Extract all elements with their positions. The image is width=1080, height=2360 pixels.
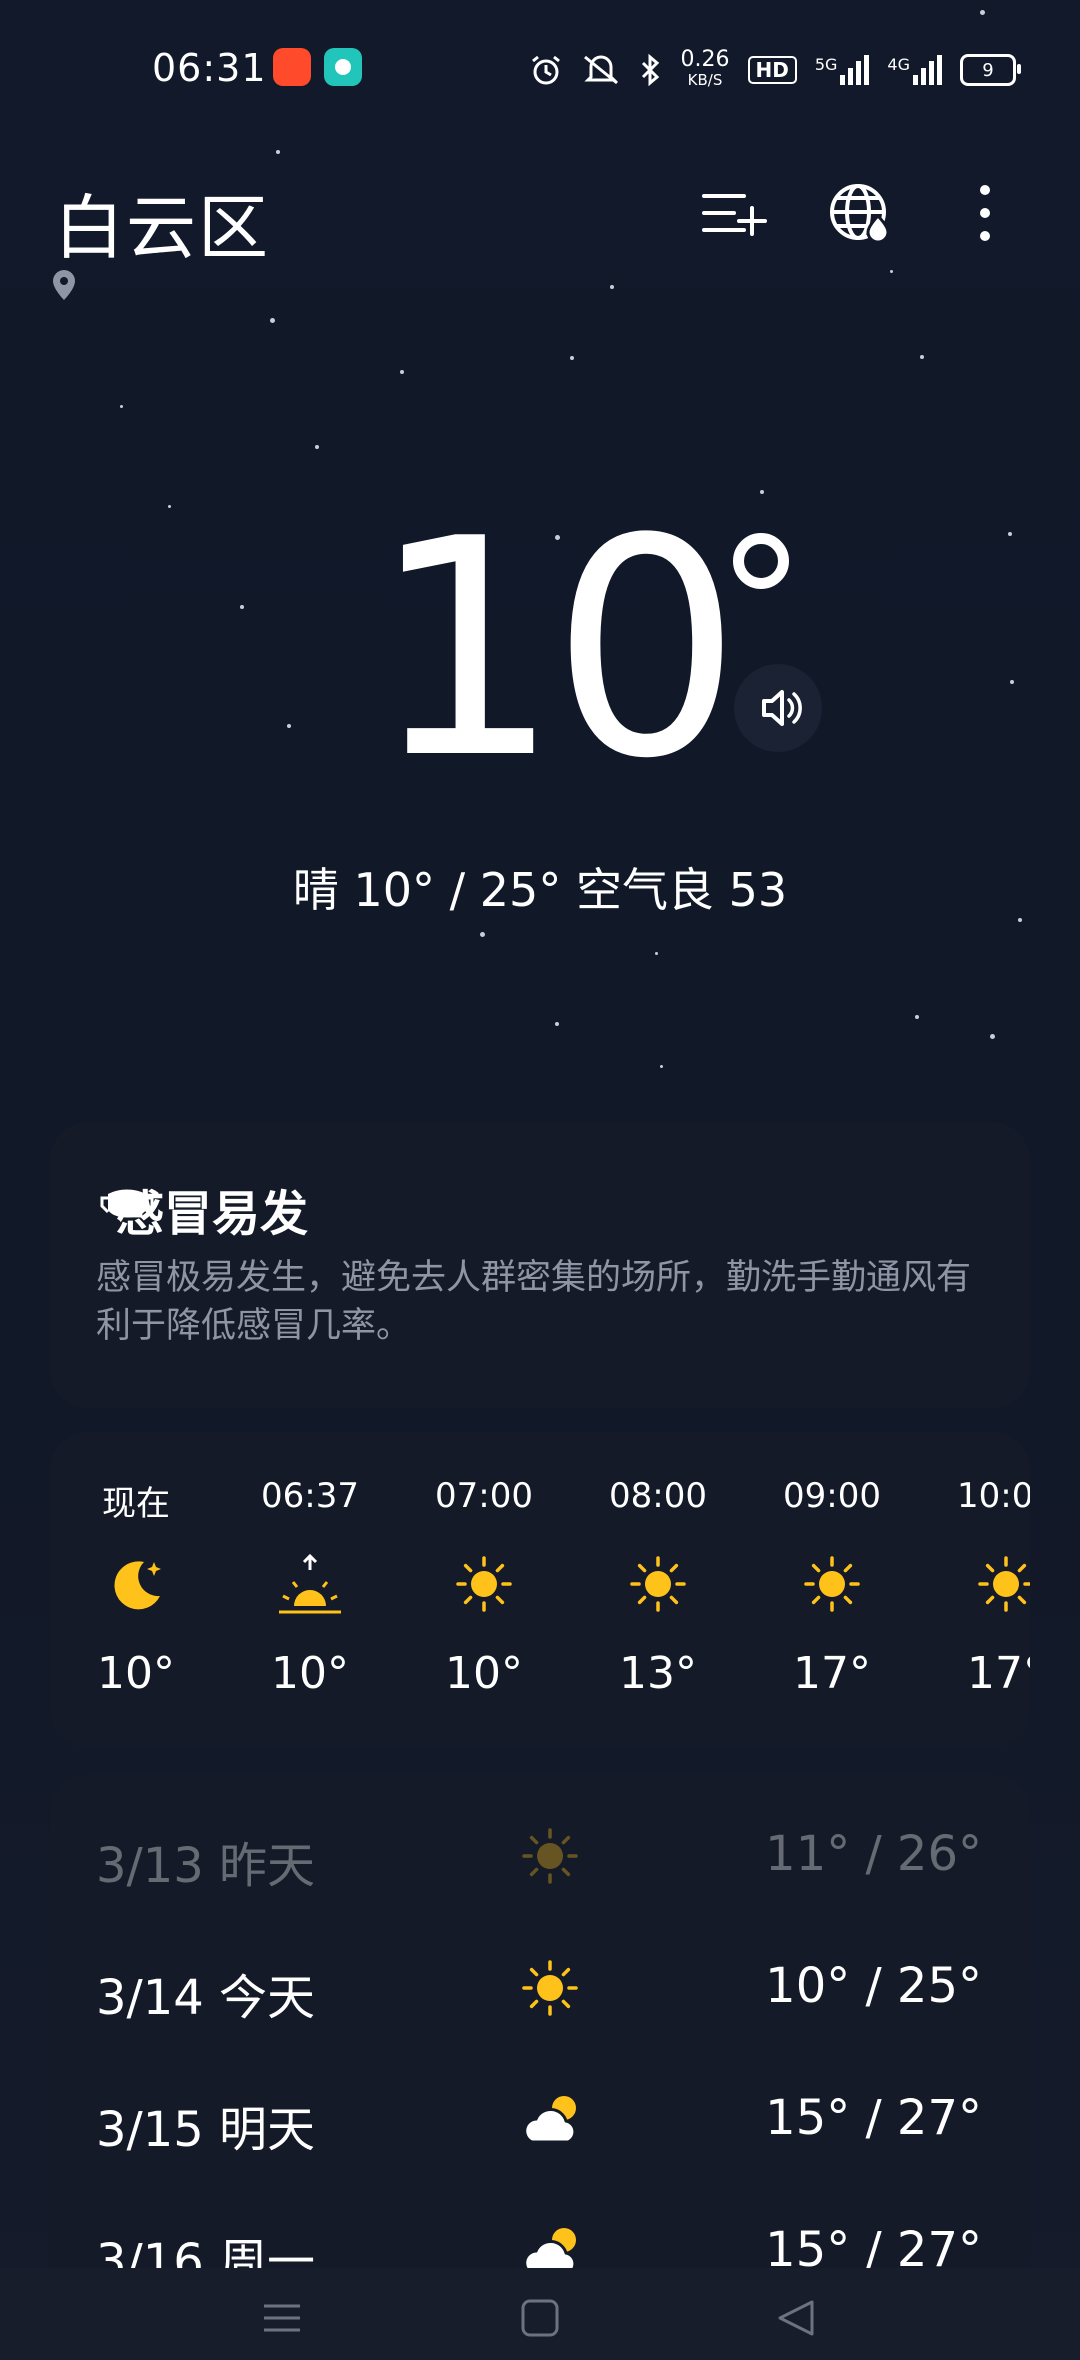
battery-icon: 9 [960, 54, 1021, 86]
daily-row-today[interactable]: 3/14 今天 10° / 25° [50, 1938, 1030, 2048]
location-pin-icon [53, 270, 75, 300]
degree-symbol [733, 533, 789, 589]
daily-forecast-card[interactable]: 3/13 昨天 11° / 26° 3/14 今天 10° / 25° 3/15… [50, 1774, 1030, 2268]
sunrise-icon [279, 1553, 341, 1614]
city-name[interactable]: 白云区 [54, 172, 270, 273]
tip-text: 感冒极易发生，避免去人群密集的场所，勤洗手勤通风有利于降低感冒几率。 [96, 1258, 972, 1346]
globe-weather-icon[interactable] [826, 178, 896, 248]
daily-row-yesterday[interactable]: 3/13 昨天 11° / 26° [50, 1806, 1030, 1916]
home-nav-icon[interactable] [520, 2298, 560, 2338]
sun-icon [630, 1556, 686, 1612]
weather-summary[interactable]: 晴 10° / 25° 空气良 53 [0, 854, 1080, 920]
mute-icon [583, 55, 618, 85]
signal-4g-icon: 4G [887, 55, 942, 85]
daily-row-monday[interactable]: 3/16 周一 15° / 27° [50, 2202, 1030, 2268]
add-city-list-icon[interactable] [698, 178, 768, 248]
back-nav-icon[interactable] [776, 2298, 816, 2338]
menu-nav-icon[interactable] [262, 2298, 302, 2338]
alarm-icon [531, 55, 560, 85]
voice-broadcast-button[interactable] [734, 664, 822, 752]
music-app-icon [324, 48, 362, 86]
daily-row-tomorrow[interactable]: 3/15 明天 15° / 27° [50, 2070, 1030, 2180]
sun-icon [522, 1828, 578, 1884]
speaker-icon [762, 690, 802, 726]
partly-cloudy-icon [523, 2096, 577, 2144]
sun-icon [456, 1556, 512, 1612]
network-speed: 0.26 KB/S [680, 47, 730, 90]
more-options-icon[interactable] [950, 178, 1020, 248]
tip-title: 感冒易发 [116, 1186, 309, 1242]
status-time: 06:31 [152, 46, 267, 90]
sun-icon [804, 1556, 860, 1612]
system-navigation-bar [0, 2268, 1080, 2360]
sun-icon [978, 1556, 1030, 1612]
current-temperature: 10 [370, 475, 742, 824]
partly-cloudy-icon [523, 2228, 577, 2268]
sun-icon [522, 1960, 578, 2016]
status-bar: 06:31 0.26 KB/S HD 5G 4G 9 [0, 0, 1080, 140]
bluetooth-icon [641, 53, 659, 87]
hd-voice-badge: HD [747, 56, 797, 84]
moon-star-icon [114, 1561, 161, 1610]
hourly-forecast-list[interactable]: 现在 10° 06:37 10° 07:00 10° 08:00 13° 09:… [50, 1432, 1030, 1748]
notification-app-icon [273, 48, 311, 86]
signal-5g-icon: 5G [815, 55, 870, 85]
